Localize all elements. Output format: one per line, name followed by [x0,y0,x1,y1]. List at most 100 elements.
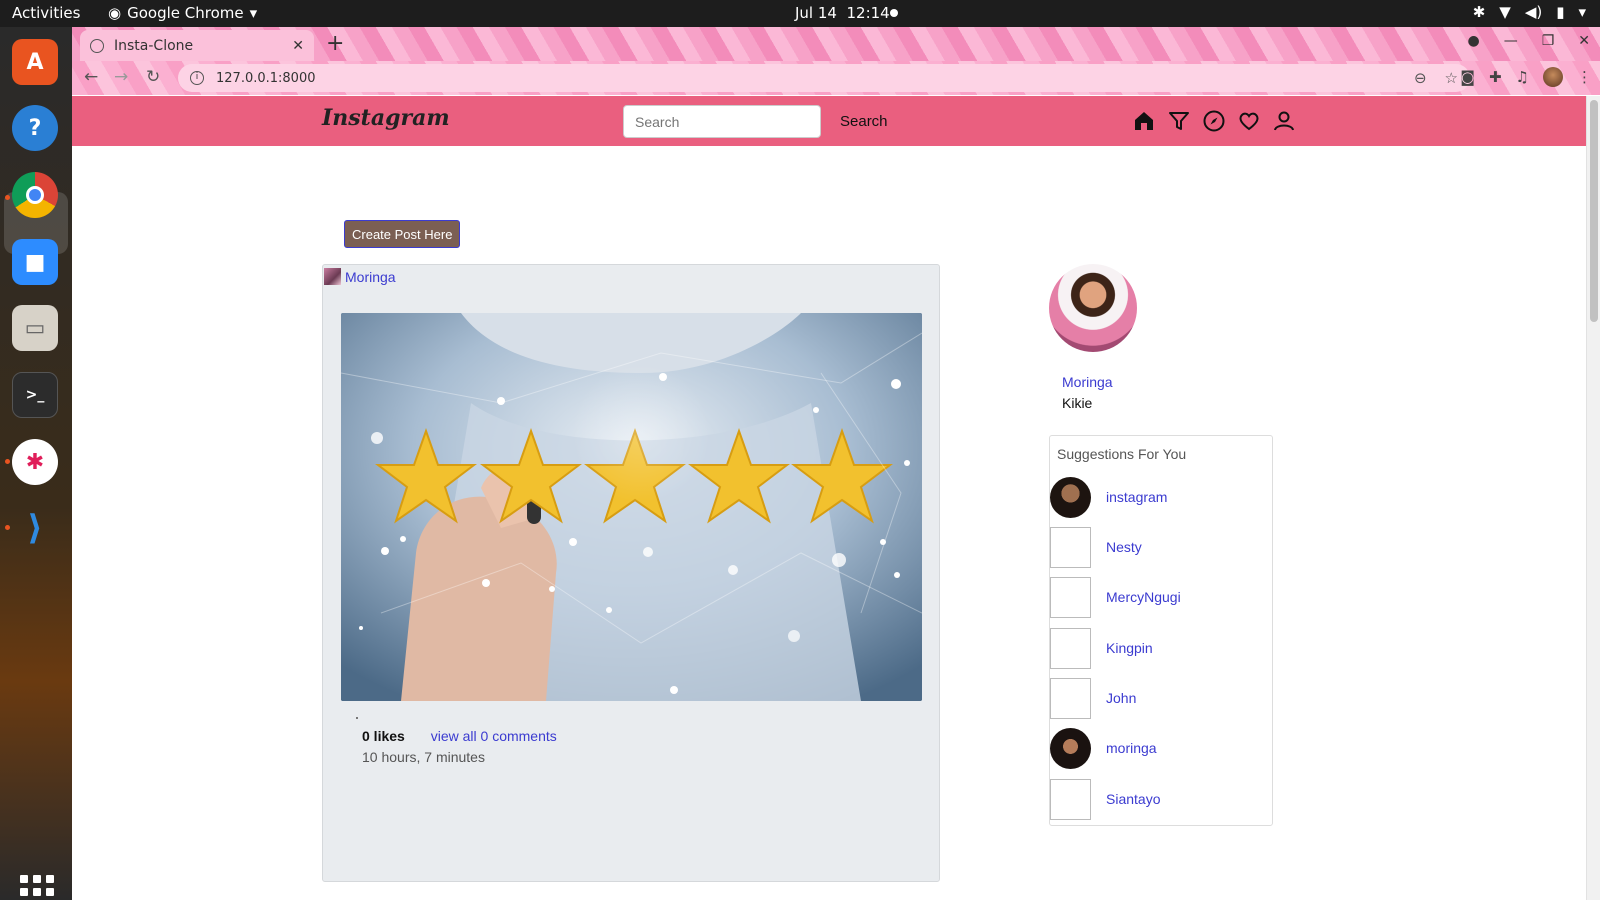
running-indicator [5,525,10,530]
chrome-icon: ◉ [108,4,122,22]
search-input[interactable] [623,105,821,138]
kebab-menu-icon[interactable]: ⋮ [1577,68,1592,86]
activities-button[interactable]: Activities [12,4,80,22]
site-navbar: Instagram Search [72,96,1586,146]
suggestion-item[interactable]: moringa [1050,728,1274,770]
system-tray[interactable]: ✱ ▼ ◀) ▮ ▾ [1473,3,1586,21]
page-scrollbar[interactable] [1586,96,1600,900]
view-comments-link[interactable]: view all 0 comments [431,728,557,744]
suggestion-item[interactable]: MercyNgugi [1050,577,1274,619]
restore-icon[interactable]: ❐ [1542,33,1555,49]
app-menu[interactable]: ◉ Google Chrome ▾ [108,4,257,22]
puzzle-icon[interactable]: ✚ [1489,68,1502,86]
slack-tray-icon[interactable]: ✱ [1473,3,1486,21]
vscode-icon[interactable]: ⟩ [12,505,58,551]
suggestion-username[interactable]: Kingpin [1106,640,1153,656]
close-tab-icon[interactable]: ✕ [292,38,304,54]
show-applications-icon[interactable] [20,875,54,900]
suggestion-item[interactable]: Kingpin [1050,628,1274,670]
suggestion-item[interactable]: instagram [1050,477,1274,519]
tab-title: Insta-Clone [114,37,194,54]
chevron-down-icon: ▾ [249,4,258,22]
tab-strip: Insta-Clone ✕ + ● — ❐ ✕ [72,27,1600,61]
tab-search-icon[interactable]: ● [1467,33,1479,49]
post-card: Moringa 0 likes view all 0 comments 10 h… [322,264,940,882]
suggestion-username[interactable]: moringa [1106,740,1157,756]
post-timestamp: 10 hours, 7 minutes [362,749,485,765]
profile-avatar[interactable] [1049,264,1137,352]
chrome-icon[interactable] [12,172,58,218]
suggestion-username[interactable]: Nesty [1106,539,1142,555]
author-avatar[interactable] [324,268,341,285]
post-header: Moringa [324,268,396,285]
help-icon[interactable]: ? [12,105,58,151]
suggestion-item[interactable]: Nesty [1050,527,1274,569]
site-info-icon[interactable]: i [190,71,204,85]
suggestion-username[interactable]: Siantayo [1106,791,1160,807]
likes-count: 0 likes [362,728,405,744]
suggestions-title: Suggestions For You [1057,446,1187,462]
ubuntu-software-icon[interactable]: A [12,39,58,85]
globe-icon [90,38,104,53]
heart-icon[interactable] [1237,109,1261,133]
terminal-icon[interactable]: >_ [12,372,58,418]
extension-icon[interactable]: ◙ [1460,68,1475,86]
compass-icon[interactable] [1202,109,1226,133]
profile-subtitle: Kikie [1062,395,1093,411]
time-label: 12:14 [846,4,890,22]
profile-username-link[interactable]: Moringa [1062,374,1113,390]
clock[interactable]: Jul 14 12:14 [795,4,890,22]
create-post-button[interactable]: Create Post Here [344,220,461,248]
suggestion-avatar[interactable] [1050,728,1091,769]
scrollbar-thumb[interactable] [1590,100,1598,322]
user-icon[interactable] [1272,109,1296,133]
post-image[interactable] [341,313,922,701]
broken-image-avatar[interactable] [1050,678,1091,719]
back-icon[interactable]: ← [84,67,98,87]
post-stats: 0 likes view all 0 comments [362,728,557,744]
close-window-icon[interactable]: ✕ [1578,33,1590,49]
post-author-link[interactable]: Moringa [345,269,396,285]
broken-image-avatar[interactable] [1050,577,1091,618]
broken-image-avatar[interactable] [1050,779,1091,820]
zoom-icon[interactable]: ■ [12,239,58,285]
new-tab-button[interactable]: + [326,31,344,56]
suggestions-panel: Suggestions For You instagram Nesty Merc… [1049,435,1273,826]
brand-logo[interactable]: Instagram [322,105,450,131]
slack-icon[interactable]: ✱ [12,439,58,485]
five-stars-illustration [341,313,922,701]
files-icon[interactable]: ▭ [12,305,58,351]
forward-icon[interactable]: → [114,67,128,87]
media-control-icon[interactable]: ♫ [1516,68,1529,86]
zoom-icon[interactable]: ⊖ [1414,69,1427,87]
suggestion-username[interactable]: MercyNgugi [1106,589,1181,605]
dock: A ? ■ ▭ >_ ✱ ⟩ [0,27,72,900]
search-button[interactable]: Search [840,113,888,130]
suggestion-item[interactable]: John [1050,678,1274,720]
profile-avatar-icon[interactable] [1543,67,1563,87]
page-viewport: Instagram Search Create Post Here Moring… [72,96,1600,900]
suggestion-username[interactable]: instagram [1106,489,1167,505]
nav-icons [1132,109,1296,133]
system-top-bar: Activities ◉ Google Chrome ▾ Jul 14 12:1… [0,0,1600,27]
suggestion-item[interactable]: Siantayo [1050,779,1274,821]
volume-icon: ◀) [1524,3,1543,21]
filter-icon[interactable] [1167,109,1191,133]
browser-tab[interactable]: Insta-Clone ✕ [80,30,314,61]
app-menu-label: Google Chrome [127,4,244,22]
chevron-down-icon: ▾ [1578,3,1586,21]
address-bar[interactable]: i 127.0.0.1:8000 ⊖ ☆ [178,64,1470,92]
home-icon[interactable] [1132,109,1156,133]
suggestion-avatar[interactable] [1050,477,1091,518]
broken-image-avatar[interactable] [1050,628,1091,669]
extensions-area: ◙ ✚ ♫ ⋮ [1460,67,1592,87]
bookmark-star-icon[interactable]: ☆ [1445,69,1458,87]
suggestion-username[interactable]: John [1106,690,1136,706]
url-text: 127.0.0.1:8000 [216,70,316,86]
minimize-icon[interactable]: — [1504,33,1518,49]
broken-image-avatar[interactable] [1050,527,1091,568]
date-label: Jul 14 [795,4,837,22]
browser-window: Insta-Clone ✕ + ● — ❐ ✕ ← → ↻ i 127.0.0.… [72,27,1600,900]
reload-icon[interactable]: ↻ [146,67,160,87]
notification-dot [890,9,898,17]
